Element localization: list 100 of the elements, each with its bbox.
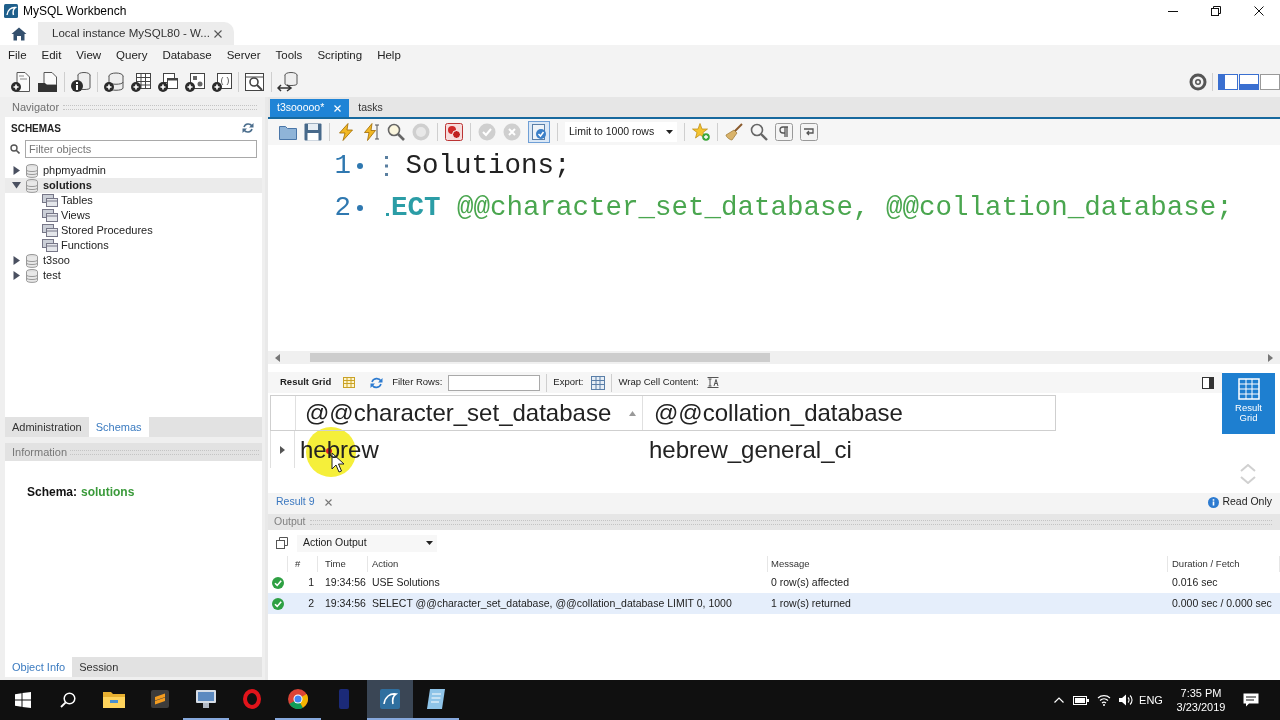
taskbar-app-button[interactable]: [367, 680, 413, 720]
home-icon: [11, 26, 27, 41]
copy-icon[interactable]: [276, 537, 288, 549]
table-plus-icon[interactable]: [130, 71, 152, 93]
shapes-plus-icon[interactable]: [184, 71, 206, 93]
side-view-button[interactable]: Result Grid: [1222, 373, 1275, 434]
connection-tab[interactable]: Local instance MySQL80 - W...: [38, 22, 234, 45]
panel-toggle-icon[interactable]: [1202, 376, 1214, 389]
check-circle-icon[interactable]: [478, 123, 496, 141]
check-circle-icon: [272, 597, 284, 610]
schema-item[interactable]: phpmyadmin: [5, 163, 262, 178]
filter-field[interactable]: Filter objects: [25, 140, 257, 158]
editor-tab[interactable]: tasks: [351, 99, 391, 117]
table-search-icon[interactable]: [244, 71, 266, 93]
brackets-plus-icon[interactable]: [211, 71, 233, 93]
menu-item[interactable]: Tools: [275, 47, 303, 65]
table-group-icon: [42, 194, 58, 207]
limit-dropdown[interactable]: Limit to 1000 rows: [565, 122, 677, 142]
table-row[interactable]: 2 19:34:56 SELECT @@character_set_database, @@collation_database LIMIT 0, 1000 1 row(s) returned 0.000 sec / 0.000 sec: [268, 593, 1280, 614]
result-tab[interactable]: Result 9: [276, 494, 332, 510]
database-icon: [26, 253, 38, 268]
wifi-icon[interactable]: [1096, 694, 1111, 706]
right-panel-toggle-icon[interactable]: [1260, 74, 1280, 90]
info-tab[interactable]: Object Info: [5, 657, 73, 677]
column-header[interactable]: #: [288, 556, 318, 572]
database-plus-icon[interactable]: [103, 71, 125, 93]
database-info-icon[interactable]: [70, 71, 92, 93]
schema-item[interactable]: solutions: [5, 178, 262, 193]
sidebar-toggle-icon[interactable]: [1218, 74, 1238, 90]
scroll-right-icon[interactable]: [1268, 353, 1273, 362]
menu-item[interactable]: Scripting: [317, 47, 363, 65]
bottom-panel-toggle-icon[interactable]: [1239, 74, 1259, 90]
language-indicator[interactable]: ENG: [1139, 691, 1163, 709]
broom-icon[interactable]: [725, 123, 743, 141]
editor-tab[interactable]: t3sooooo*: [270, 99, 350, 117]
read-only-label: Read Only: [1222, 494, 1272, 510]
text-wrap-icon[interactable]: [706, 377, 719, 388]
concentric-circles-icon[interactable]: [1189, 73, 1207, 91]
scroll-left-icon[interactable]: [275, 353, 280, 362]
export-icon[interactable]: [591, 375, 606, 390]
document-plus-icon[interactable]: [10, 71, 32, 93]
note-icon: [427, 689, 445, 709]
menu-item[interactable]: Server: [226, 47, 261, 65]
menu-item[interactable]: Help: [377, 47, 401, 65]
notification-icon[interactable]: [1243, 693, 1259, 707]
clock-date[interactable]: 3/23/2019: [1176, 700, 1226, 714]
column-header[interactable]: Action: [368, 556, 768, 572]
search-icon[interactable]: [750, 123, 768, 141]
menu-item[interactable]: File: [8, 47, 27, 65]
menu-item[interactable]: Database: [162, 47, 212, 65]
tree-item[interactable]: Tables: [5, 193, 262, 208]
column-header[interactable]: @@character_set_database: [296, 396, 643, 430]
refresh-icon[interactable]: [370, 376, 384, 389]
tree-item[interactable]: Stored Procedures: [5, 223, 262, 238]
clock-time[interactable]: 7:35 PM: [1180, 686, 1222, 700]
refresh-icon[interactable]: [242, 122, 254, 134]
column-header[interactable]: Time: [318, 556, 368, 572]
caret-right-icon[interactable]: [12, 166, 21, 175]
caret-right-icon[interactable]: [12, 271, 21, 280]
statement-dot-icon: [357, 163, 363, 169]
output-selector[interactable]: Action Output: [297, 534, 437, 552]
circles-square-icon[interactable]: [445, 123, 463, 141]
magnifier-icon[interactable]: [387, 123, 405, 141]
table-row[interactable]: 1 19:34:56 USE Solutions 0 row(s) affected 0.016 sec: [268, 572, 1280, 593]
tree-item[interactable]: Functions: [5, 238, 262, 253]
lightning-cursor-icon[interactable]: [362, 123, 380, 141]
column-header[interactable]: Message: [768, 556, 1168, 572]
tree-item[interactable]: Views: [5, 208, 262, 223]
speaker-icon[interactable]: [1119, 694, 1133, 706]
autocommit-toggle[interactable]: [528, 121, 550, 143]
close-icon[interactable]: [214, 29, 222, 38]
menu-item[interactable]: Query: [116, 47, 148, 65]
database-icon: [26, 163, 38, 178]
battery-icon[interactable]: [1073, 695, 1089, 705]
lightning-icon[interactable]: [337, 123, 355, 141]
document-folder-icon[interactable]: [37, 71, 59, 93]
wrap-icon[interactable]: [800, 123, 818, 141]
column-header[interactable]: Duration / Fetch: [1168, 556, 1280, 572]
code-line: Solutions;: [405, 152, 571, 180]
database-arrow-icon[interactable]: [277, 71, 299, 93]
scrollbar-thumb[interactable]: [310, 353, 770, 362]
menu-item[interactable]: Edit: [41, 47, 62, 65]
close-icon[interactable]: [324, 498, 332, 506]
folder-icon[interactable]: [279, 123, 297, 141]
menu-item[interactable]: View: [76, 47, 102, 65]
table-cell-text: SELECT @@character_set_database, @@collation_database LIMIT 0, 1000: [371, 595, 733, 611]
windows-plus-icon[interactable]: [157, 71, 179, 93]
section-title: SCHEMAS: [11, 121, 61, 136]
result-grid-button[interactable]: Result Grid: [280, 375, 332, 390]
schema-item[interactable]: test: [5, 268, 262, 283]
save-icon[interactable]: [304, 123, 322, 141]
schema-item[interactable]: t3soo: [5, 253, 262, 268]
column-header[interactable]: @@collation_database: [643, 396, 1055, 430]
star-plus-icon[interactable]: [692, 123, 710, 141]
pilcrow-icon[interactable]: [775, 123, 793, 141]
filter-rows-field[interactable]: [448, 374, 541, 391]
caret-down-icon[interactable]: [12, 181, 21, 190]
caret-right-icon[interactable]: [12, 256, 21, 265]
navigator-tab[interactable]: Schemas: [88, 417, 149, 437]
sort-caret-icon: [629, 410, 636, 416]
